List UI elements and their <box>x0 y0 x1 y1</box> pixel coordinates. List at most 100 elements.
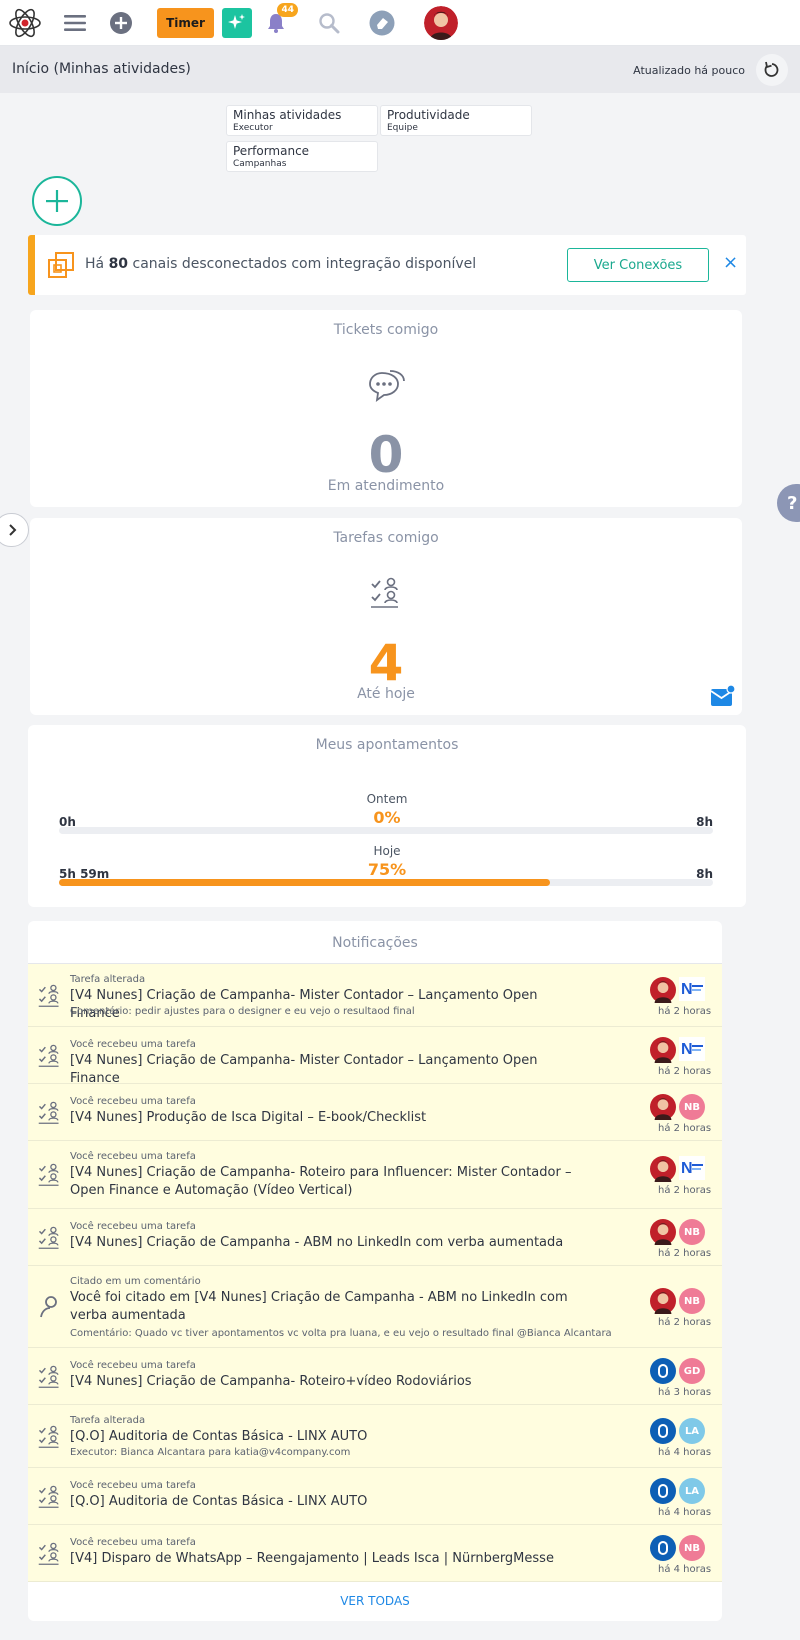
top-bar: Timer 44 <box>0 0 800 46</box>
task-icon <box>38 1365 60 1393</box>
notification-comment: Comentário: pedir ajustes para o designe… <box>70 1006 415 1017</box>
copy-icon <box>48 252 74 278</box>
today-percent: 75% <box>367 860 407 879</box>
notification-item[interactable]: Você recebeu uma tarefa [V4 Nunes] Criaçã… <box>28 1141 722 1209</box>
notifications-bell-icon[interactable]: 44 <box>264 3 298 39</box>
add-icon[interactable] <box>108 7 134 39</box>
notification-item[interactable]: Citado em um comentário Você foi citado e… <box>28 1266 722 1348</box>
yesterday-percent: 0% <box>373 808 401 827</box>
chevron-right-icon <box>8 524 16 536</box>
company-logo: N <box>679 977 705 1001</box>
company-logo: N <box>679 1156 705 1180</box>
view-tab-label: Minhas atividades <box>233 108 342 122</box>
task-list-icon <box>371 577 398 608</box>
svg-text:N: N <box>681 1041 693 1058</box>
eraser-icon[interactable] <box>368 7 396 39</box>
alert-message: Há 80 canais desconectados com integraçã… <box>85 256 476 272</box>
chat-bubbles-icon <box>369 370 405 402</box>
notification-type: Você recebeu uma tarefa <box>70 1537 196 1548</box>
notification-time: há 3 horas <box>658 1387 712 1398</box>
appointments-card: Meus apontamentos Ontem 0% 0h 8h Hoje 75… <box>28 725 746 907</box>
notification-title[interactable]: [V4 Nunes] Criação de Campanha- Mister C… <box>70 987 590 1023</box>
notification-title[interactable]: Você foi citado em [V4 Nunes] Criação de… <box>70 1289 590 1325</box>
notification-type: Você recebeu uma tarefa <box>70 1360 196 1371</box>
tasks-count: 4 <box>368 634 404 692</box>
view-tab-sub: Executor <box>233 123 273 133</box>
actor-avatar <box>650 1094 676 1120</box>
yesterday-caption: Ontem <box>366 792 408 806</box>
notification-item[interactable]: Você recebeu uma tarefa [V4 Nunes] Criaçã… <box>28 1027 722 1086</box>
notification-count-badge: 44 <box>277 3 298 17</box>
assignee-avatar: NB <box>679 1219 705 1245</box>
add-widget-button[interactable] <box>32 176 82 226</box>
notification-item[interactable]: Tarefa alterada [Q.O] Auditoria de Contas… <box>28 1405 722 1468</box>
notification-type: Você recebeu uma tarefa <box>70 1151 196 1162</box>
notification-item[interactable]: Você recebeu uma tarefa [Q.O] Auditoria d… <box>28 1468 722 1525</box>
notification-time: há 2 horas <box>658 1123 712 1134</box>
notification-title[interactable]: [Q.O] Auditoria de Contas Básica - LINX … <box>70 1428 590 1446</box>
assignee-avatar: LA <box>679 1478 705 1504</box>
assignee-avatar: NB <box>679 1535 705 1561</box>
help-button[interactable]: ? <box>777 484 800 522</box>
view-tab-sub: Equipe <box>387 123 418 133</box>
sidebar-toggle-button[interactable] <box>0 513 29 547</box>
alert-suffix: canais desconectados com integração disp… <box>128 256 477 272</box>
notification-type: Citado em um comentário <box>70 1276 201 1287</box>
notification-title[interactable]: [V4 Nunes] Criação de Campanha - ABM no … <box>70 1234 590 1252</box>
refresh-icon <box>764 61 779 77</box>
see-all-link[interactable]: VER TODAS <box>28 1594 722 1608</box>
tickets-card[interactable]: Tickets comigo 0 Em atendimento <box>30 310 742 507</box>
view-tab-produtividade[interactable]: Produtividade Equipe <box>380 105 532 136</box>
notification-item[interactable]: Você recebeu uma tarefa [V4 Nunes] Produç… <box>28 1084 722 1141</box>
actor-avatar <box>650 1418 676 1444</box>
actor-avatar <box>650 1156 676 1182</box>
notification-item[interactable]: Você recebeu uma tarefa [V4] Disparo de W… <box>28 1525 722 1582</box>
notification-time: há 4 horas <box>658 1447 712 1458</box>
last-updated-text: Atualizado há pouco <box>633 64 745 77</box>
task-icon <box>38 984 60 1012</box>
today-progress-bar <box>59 879 713 886</box>
company-logo: N <box>679 1037 705 1061</box>
notification-type: Tarefa alterada <box>70 1415 146 1426</box>
notification-item[interactable]: Tarefa alterada [V4 Nunes] Criação de Cam… <box>28 964 722 1027</box>
user-avatar[interactable] <box>424 6 458 40</box>
notification-title[interactable]: [V4 Nunes] Criação de Campanha- Roteiro+… <box>70 1373 590 1391</box>
notifications-panel: Notificações Tarefa alterada [V4 Nunes] C… <box>28 921 722 1621</box>
atom-logo-icon[interactable] <box>8 7 42 39</box>
notification-type: Você recebeu uma tarefa <box>70 1480 196 1491</box>
notification-item[interactable]: Você recebeu uma tarefa [V4 Nunes] Criaçã… <box>28 1209 722 1266</box>
notification-title[interactable]: [V4 Nunes] Criação de Campanha- Roteiro … <box>70 1164 590 1200</box>
view-tab-minhas-atividades[interactable]: Minhas atividades Executor <box>226 105 378 136</box>
task-icon <box>38 1044 60 1072</box>
assignee-avatar: LA <box>679 1418 705 1444</box>
task-icon <box>38 1101 60 1129</box>
notification-type: Você recebeu uma tarefa <box>70 1039 196 1050</box>
notification-title[interactable]: [V4 Nunes] Criação de Campanha- Mister C… <box>70 1052 590 1088</box>
menu-icon[interactable] <box>62 7 88 39</box>
task-icon <box>38 1226 60 1254</box>
task-icon <box>38 1163 60 1191</box>
search-icon[interactable] <box>316 7 342 39</box>
notification-type: Tarefa alterada <box>70 974 146 985</box>
card-title: Meus apontamentos <box>315 737 459 753</box>
view-tab-label: Performance <box>233 144 310 158</box>
mail-notification-icon[interactable] <box>710 685 736 707</box>
sparkle-icon[interactable] <box>222 8 252 38</box>
notification-title[interactable]: [V4] Disparo de WhatsApp – Reengajamento… <box>70 1550 590 1568</box>
notification-type: Você recebeu uma tarefa <box>70 1096 196 1107</box>
see-connections-button[interactable]: Ver Conexões <box>567 248 709 282</box>
notification-title[interactable]: [Q.O] Auditoria de Contas Básica - LINX … <box>70 1493 590 1511</box>
timer-button[interactable]: Timer <box>157 8 214 38</box>
view-tab-performance[interactable]: Performance Campanhas <box>226 141 378 172</box>
card-title: Tickets comigo <box>333 322 439 338</box>
question-icon: ? <box>787 492 798 514</box>
disconnected-channels-alert: Há 80 canais desconectados com integraçã… <box>28 235 746 295</box>
actor-avatar <box>650 1219 676 1245</box>
task-icon <box>38 1542 60 1570</box>
refresh-button[interactable] <box>756 54 788 86</box>
notification-title[interactable]: [V4 Nunes] Produção de Isca Digital – E-… <box>70 1109 590 1127</box>
close-icon[interactable]: × <box>723 252 738 273</box>
mention-icon <box>38 1295 60 1323</box>
notification-item[interactable]: Você recebeu uma tarefa [V4 Nunes] Criaçã… <box>28 1348 722 1405</box>
tasks-card[interactable]: Tarefas comigo 4 Até hoje <box>30 518 742 715</box>
